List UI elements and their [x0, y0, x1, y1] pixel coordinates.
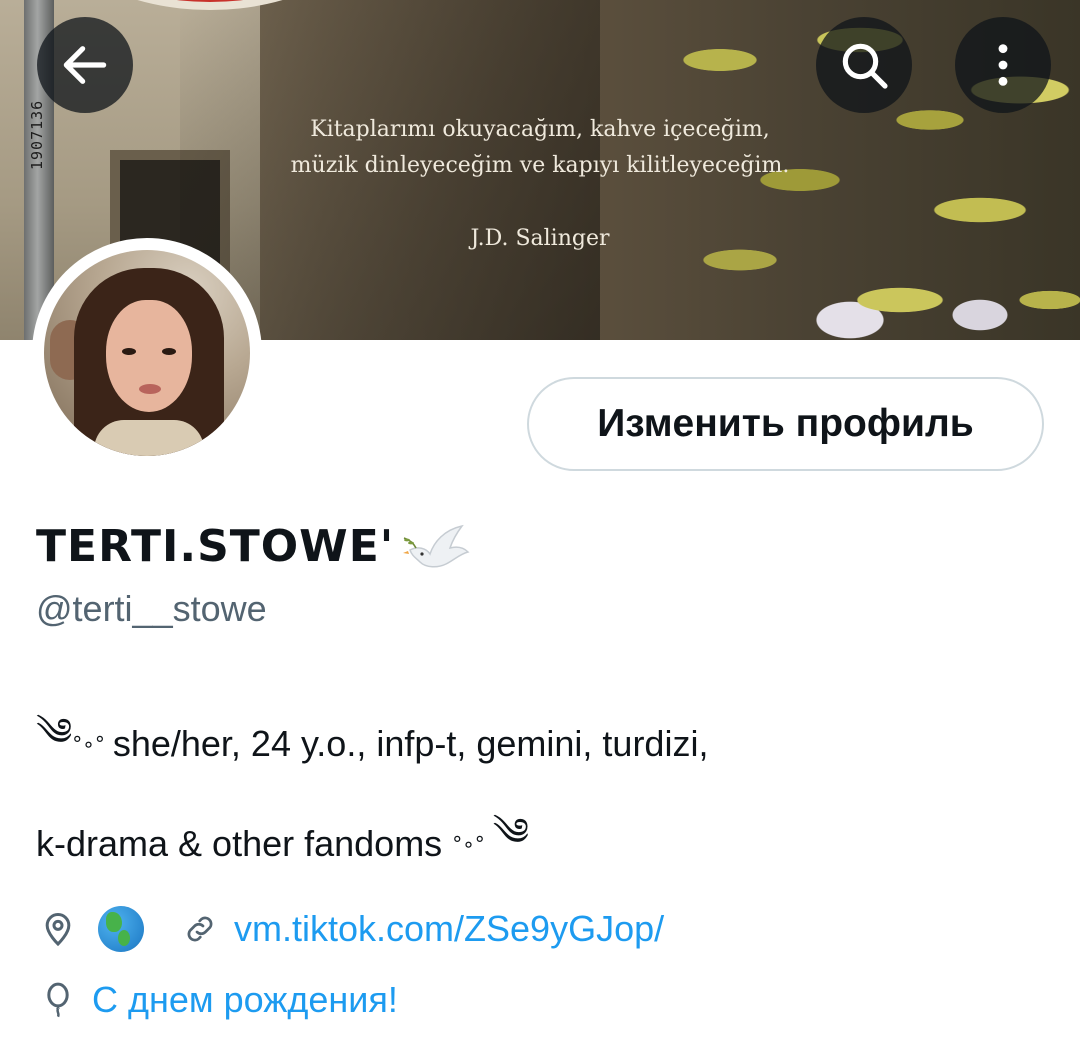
display-name-text: TERTI.STOWE' — [36, 520, 395, 572]
banner-quote-line1: Kitaplarımı okuyacağım, kahve içeceğim, — [310, 117, 770, 142]
bio-line-2: k-drama & other fandoms °∘° ༄ — [36, 790, 529, 897]
birthday-link[interactable]: С днем рождения! — [92, 979, 398, 1021]
more-vertical-icon — [998, 44, 1008, 86]
dove-icon — [403, 524, 470, 568]
bio-line1-text: she/her, 24 y.o., infp-t, gemini, turdiz… — [112, 722, 709, 764]
banner-quote-author: J.D. Salinger — [470, 226, 610, 251]
arrow-left-icon — [63, 46, 107, 84]
bio-line1-decoration: °∘° — [72, 731, 105, 756]
avatar-face — [106, 300, 192, 412]
banner-pole-label: 1907136 — [28, 99, 46, 170]
back-button[interactable] — [37, 17, 133, 113]
profile-link[interactable]: vm.tiktok.com/ZSe9yGJop/ — [234, 908, 664, 950]
avatar-eye-right — [162, 348, 176, 355]
location-pin-icon — [36, 907, 80, 951]
link-icon — [178, 907, 222, 951]
bio-line2-text: k-drama & other fandoms — [36, 822, 443, 864]
balloon-icon — [36, 978, 80, 1022]
search-button[interactable] — [816, 17, 912, 113]
avatar[interactable] — [32, 238, 262, 468]
avatar-shirt — [94, 420, 204, 456]
profile-meta-birthday: С днем рождения! — [36, 978, 398, 1022]
search-icon — [842, 43, 888, 89]
avatar-eye-left — [122, 348, 136, 355]
avatar-photo — [44, 250, 250, 456]
display-name: TERTI.STOWE' — [36, 516, 472, 576]
bio-line-1: ༄ °∘° she/her, 24 y.o., infp-t, gemini, … — [36, 690, 708, 797]
more-button[interactable] — [955, 17, 1051, 113]
user-handle: @terti__stowe — [36, 588, 267, 629]
globe-emoji-icon — [98, 906, 144, 952]
banner-quote-line2: müzik dinleyeceğim ve kapıyı kilitleyece… — [290, 153, 790, 178]
edit-profile-button[interactable]: Изменить профиль — [527, 377, 1044, 471]
wind-decoration-icon-2: ༄ — [492, 810, 530, 854]
profile-meta-location-link: vm.tiktok.com/ZSe9yGJop/ — [36, 906, 664, 952]
banner-quote: Kitaplarımı okuyacağım, kahve içeceğim, … — [230, 112, 850, 184]
bio-line2-decoration: °∘° — [452, 831, 485, 856]
wind-decoration-icon: ༄ — [36, 710, 73, 754]
avatar-lips — [139, 384, 161, 394]
